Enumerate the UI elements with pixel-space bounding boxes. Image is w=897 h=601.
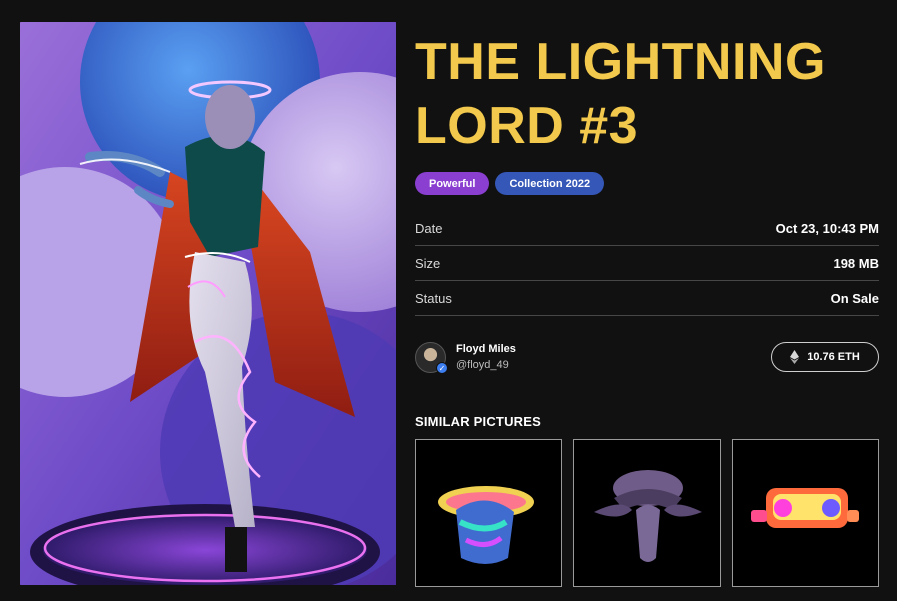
item-title-line2: LORD #3: [415, 97, 639, 155]
meta-row-status: Status On Sale: [415, 281, 879, 316]
meta-row-date: Date Oct 23, 10:43 PM: [415, 211, 879, 246]
owner-row: ✓ Floyd Miles @floyd_49 10.76 ETH: [415, 341, 879, 374]
tag-powerful[interactable]: Powerful: [415, 172, 490, 195]
meta-value: On Sale: [830, 290, 879, 306]
similar-picture-2[interactable]: [573, 439, 721, 587]
price-button[interactable]: 10.76 ETH: [771, 342, 879, 372]
meta-label: Status: [415, 290, 452, 306]
owner-handle: @floyd_49: [456, 359, 509, 371]
item-title-line1: THE LIGHTNING: [415, 33, 826, 91]
item-title: THE LIGHTNING LORD #3: [415, 30, 879, 158]
meta-label: Size: [415, 255, 441, 271]
ethereum-icon: [790, 350, 800, 364]
price-label: 10.76 ETH: [807, 351, 860, 363]
owner-profile[interactable]: ✓ Floyd Miles @floyd_49: [415, 341, 516, 374]
avatar[interactable]: ✓: [415, 341, 448, 374]
similar-pictures-title: SIMILAR PICTURES: [415, 414, 541, 429]
artwork-image: [20, 22, 396, 585]
similar-pictures-grid: [415, 439, 879, 587]
tag-collection[interactable]: Collection 2022: [495, 172, 605, 195]
similar-picture-1[interactable]: [415, 439, 563, 587]
details-panel: THE LIGHTNING LORD #3 Powerful Collectio…: [415, 30, 879, 587]
meta-label: Date: [415, 220, 443, 236]
meta-value: 198 MB: [833, 255, 879, 271]
tag-list: Powerful Collection 2022: [415, 172, 879, 195]
item-meta-list: Date Oct 23, 10:43 PM Size 198 MB Status…: [415, 211, 879, 316]
meta-row-size: Size 198 MB: [415, 246, 879, 281]
owner-name: Floyd Miles: [456, 343, 516, 355]
similar-picture-3[interactable]: [731, 439, 879, 587]
verified-check-icon: ✓: [436, 361, 448, 374]
meta-value: Oct 23, 10:43 PM: [775, 220, 879, 236]
